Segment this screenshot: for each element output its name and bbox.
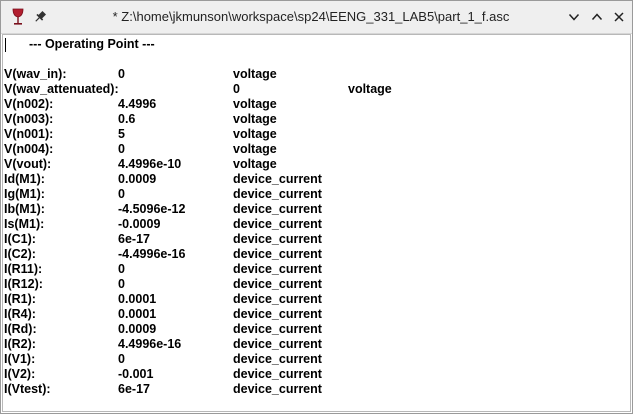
node-value: 5 (118, 127, 125, 141)
node-type: device_current (233, 262, 322, 276)
node-value: 0 (118, 262, 125, 276)
node-name: I(Rd): (4, 322, 37, 336)
window-title: * Z:\home\jkmunson\workspace\sp24\EENG_3… (112, 9, 510, 24)
node-type: device_current (233, 307, 322, 321)
node-value: 0.0009 (118, 172, 157, 186)
node-type: voltage (348, 82, 392, 96)
node-name: I(R1): (4, 292, 36, 306)
node-name: I(R2): (4, 337, 36, 351)
node-value: 0 (118, 187, 125, 201)
node-value: 0 (118, 142, 125, 156)
node-name: I(Vtest): (4, 382, 51, 396)
node-value: 0 (118, 352, 125, 366)
node-name: I(R4): (4, 307, 36, 321)
node-name: I(C2): (4, 247, 36, 261)
chevron-down-icon (568, 13, 580, 21)
node-value: -0.001 (118, 367, 154, 381)
node-name: Ib(M1): (4, 202, 45, 216)
node-value: 4.4996 (118, 97, 157, 111)
node-name: I(R11): (4, 262, 43, 276)
node-name: Id(M1): (4, 172, 45, 186)
node-type: device_current (233, 217, 322, 231)
node-type: device_current (233, 202, 322, 216)
node-name: V(wav_in): (4, 67, 67, 81)
chevron-up-icon (591, 13, 603, 21)
node-value: 0.0001 (118, 292, 157, 306)
node-type: device_current (233, 187, 322, 201)
node-type: voltage (233, 157, 277, 171)
node-value: 0 (118, 277, 125, 291)
node-value: 0 (233, 82, 240, 96)
node-name: I(C1): (4, 232, 36, 246)
node-type: device_current (233, 352, 322, 366)
node-type: device_current (233, 277, 322, 291)
node-value: -4.5096e-12 (118, 202, 186, 216)
node-name: V(vout): (4, 157, 52, 171)
title-bar[interactable]: * Z:\home\jkmunson\workspace\sp24\EENG_3… (1, 1, 632, 34)
maximize-button[interactable] (586, 6, 608, 28)
node-type: device_current (233, 322, 322, 336)
node-value: 0.6 (118, 112, 136, 126)
node-value: 4.4996e-16 (118, 337, 182, 351)
text-area[interactable]: --- Operating Point --- V(wav_in): 0 volta… (2, 34, 631, 412)
node-name: I(V2): (4, 367, 36, 381)
close-button[interactable] (608, 6, 630, 28)
node-name: Is(M1): (4, 217, 45, 231)
wine-glass-icon[interactable] (7, 6, 29, 28)
node-type: voltage (233, 127, 277, 141)
spice-output-window: * Z:\home\jkmunson\workspace\sp24\EENG_3… (0, 0, 633, 414)
node-name: Ig(M1): (4, 187, 45, 201)
node-name: I(R12): (4, 277, 43, 291)
node-name: V(n004): (4, 142, 54, 156)
operating-point-header: --- Operating Point --- (29, 37, 155, 51)
node-name: I(V1): (4, 352, 36, 366)
node-type: voltage (233, 112, 277, 126)
node-name: V(wav_attenuated): (4, 82, 119, 96)
node-type: device_current (233, 232, 322, 246)
node-value: -4.4996e-16 (118, 247, 186, 261)
node-type: device_current (233, 172, 322, 186)
node-type: device_current (233, 337, 322, 351)
node-value: 0 (118, 67, 125, 81)
node-type: voltage (233, 97, 277, 111)
node-type: voltage (233, 142, 277, 156)
node-name: V(n001): (4, 127, 54, 141)
node-name: V(n003): (4, 112, 54, 126)
node-value: 4.4996e-10 (118, 157, 182, 171)
close-icon (614, 12, 624, 22)
text-cursor (5, 38, 6, 52)
node-type: device_current (233, 247, 322, 261)
minimize-button[interactable] (563, 6, 585, 28)
pin-icon[interactable] (29, 6, 51, 28)
node-value: 0.0009 (118, 322, 157, 336)
node-type: device_current (233, 292, 322, 306)
node-type: device_current (233, 382, 322, 396)
node-value: 6e-17 (118, 232, 150, 246)
node-type: device_current (233, 367, 322, 381)
node-name: V(n002): (4, 97, 54, 111)
node-value: -0.0009 (118, 217, 161, 231)
node-value: 6e-17 (118, 382, 150, 396)
node-type: voltage (233, 67, 277, 81)
node-value: 0.0001 (118, 307, 157, 321)
